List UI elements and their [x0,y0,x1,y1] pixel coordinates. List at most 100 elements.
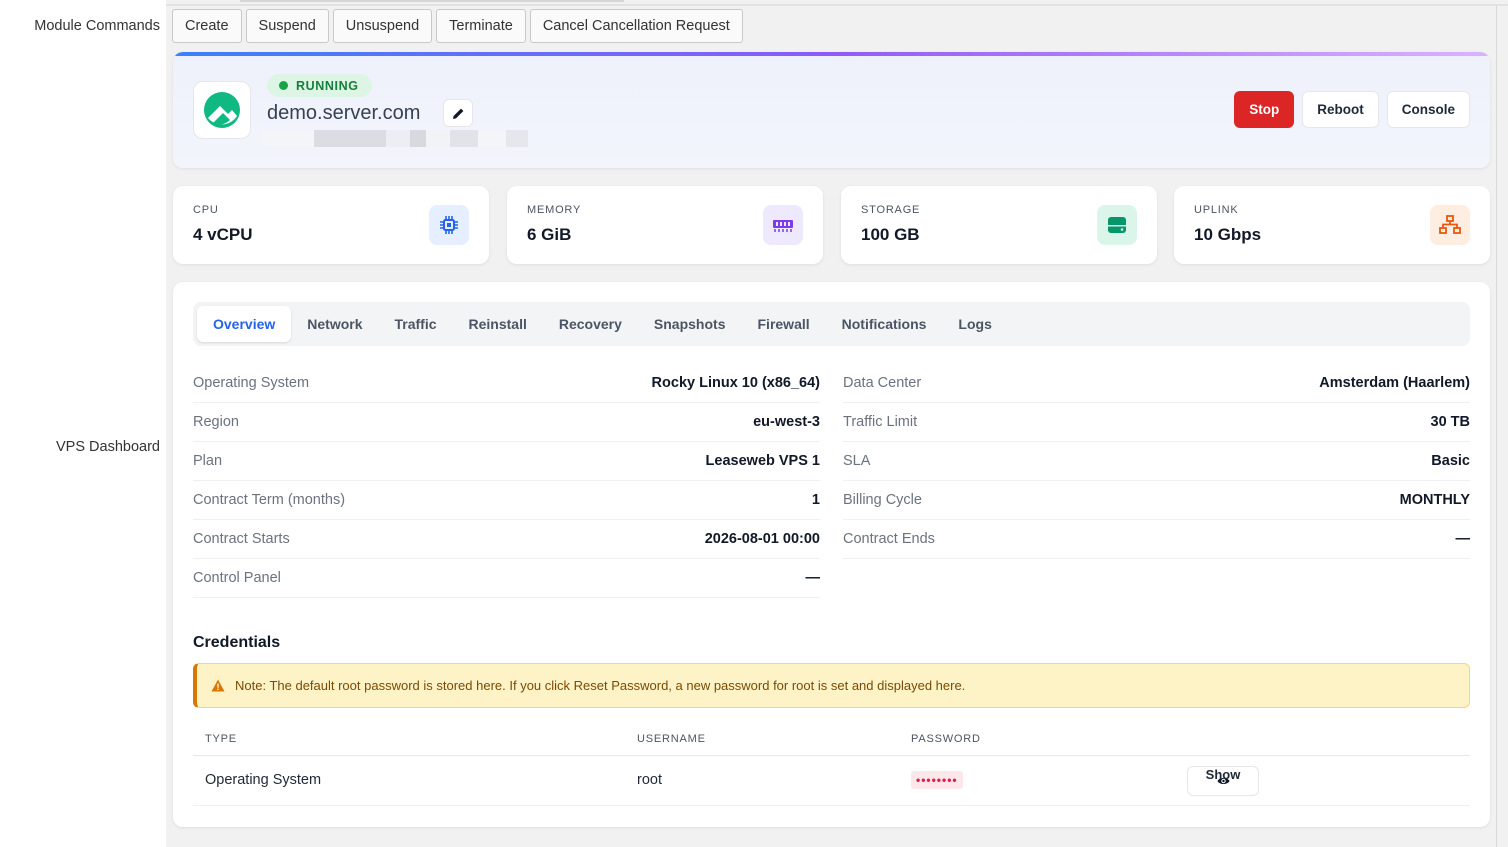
edit-hostname-button[interactable] [443,99,473,127]
stat-label: MEMORY [527,204,582,216]
info-value: Amsterdam (Haarlem) [1319,375,1470,391]
info-row-region: Region eu-west-3 [193,403,820,442]
stat-card-storage: STORAGE 100 GB [841,186,1157,264]
tab-recovery[interactable]: Recovery [543,306,638,342]
os-logo [193,81,251,139]
left-label-column [0,0,166,847]
stat-label: UPLINK [1194,204,1239,216]
info-row-contract-term: Contract Term (months) 1 [193,481,820,520]
info-value: 2026-08-01 00:00 [704,531,820,547]
stat-value: 100 GB [861,225,920,244]
info-column-right: Data Center Amsterdam (Haarlem) Traffic L… [843,364,1470,559]
tab-reinstall[interactable]: Reinstall [453,306,543,342]
col-password: PASSWORD [911,733,981,745]
tab-snapshots[interactable]: Snapshots [638,306,742,342]
status-text: RUNNING [296,78,359,93]
stat-value: 4 vCPU [193,225,253,244]
info-value: eu-west-3 [753,414,820,430]
module-commands-label: Module Commands [34,18,160,34]
header-gradient-bar [173,52,1490,56]
server-hostname: demo.server.com [267,102,421,124]
stat-value: 6 GiB [527,225,572,244]
pencil-icon [452,108,463,119]
stat-label: CPU [193,204,219,216]
info-row-data-center: Data Center Amsterdam (Haarlem) [843,364,1470,403]
info-row-control-panel: Control Panel — [193,559,820,598]
credentials-table-header: TYPE USERNAME PASSWORD [193,726,1470,756]
top-divider-accent [240,0,624,2]
stat-card-cpu: CPU 4 vCPU [173,186,489,264]
info-row-contract-starts: Contract Starts 2026-08-01 00:00 [193,520,820,559]
info-value: Rocky Linux 10 (x86_64) [651,375,820,391]
info-key: Plan [193,453,223,469]
vps-dashboard-label: VPS Dashboard [56,439,160,455]
info-value: Leaseweb VPS 1 [705,453,820,469]
col-type: TYPE [205,733,237,745]
storage-icon [1097,205,1137,245]
rocky-linux-logo-icon [204,92,240,128]
cred-password: •••••••• [911,771,963,789]
stat-label: STORAGE [861,204,921,216]
top-divider [166,4,1508,6]
tab-network[interactable]: Network [291,306,378,342]
show-label: Show [1205,767,1241,782]
info-key: Contract Starts [193,531,290,547]
info-row-operating-system: Operating System Rocky Linux 10 (x86_64) [193,364,820,403]
tab-bar: Overview Network Traffic Reinstall Recov… [193,302,1470,346]
cancel-cancellation-request-button[interactable]: Cancel Cancellation Request [529,9,743,43]
note-text: Note: The default root password is store… [235,678,966,693]
info-key: Billing Cycle [843,492,922,508]
col-username: USERNAME [637,733,706,745]
network-icon [1430,205,1470,245]
info-key: Contract Term (months) [193,492,346,508]
info-value: — [1455,531,1471,547]
info-value: MONTHLY [1399,492,1470,508]
cpu-chip-icon [429,205,469,245]
info-row-traffic-limit: Traffic Limit 30 TB [843,403,1470,442]
redacted-ip-address [262,130,528,147]
terminate-button[interactable]: Terminate [436,9,526,43]
stop-button[interactable]: Stop [1234,91,1295,128]
info-row-plan: Plan Leaseweb VPS 1 [193,442,820,481]
right-border [1496,6,1497,847]
credentials-note: Note: The default root password is store… [193,663,1470,708]
create-button[interactable]: Create [172,9,242,43]
show-password-button[interactable]: Show [1187,766,1259,796]
tab-logs[interactable]: Logs [942,306,1007,342]
tab-firewall[interactable]: Firewall [742,306,826,342]
info-key: Operating System [193,375,310,391]
tab-traffic[interactable]: Traffic [379,306,453,342]
info-key: Traffic Limit [843,414,918,430]
warning-icon [211,679,225,692]
status-badge: RUNNING [267,74,372,97]
info-row-contract-ends: Contract Ends — [843,520,1470,559]
table-row: Operating System root •••••••• Show [193,756,1470,806]
suspend-button[interactable]: Suspend [245,9,329,43]
tab-overview[interactable]: Overview [197,306,292,342]
server-header-card: RUNNING demo.server.com Stop Reboot Cons… [173,52,1490,168]
module-commands-toolbar: Create Suspend Unsuspend Terminate Cance… [172,9,743,43]
info-value: 1 [811,492,820,508]
reboot-button[interactable]: Reboot [1302,91,1379,128]
info-key: Contract Ends [843,531,935,547]
stat-value: 10 Gbps [1194,225,1262,244]
cred-type: Operating System [205,772,322,788]
console-button[interactable]: Console [1386,91,1470,128]
password-mask: •••••••• [911,771,963,789]
info-key: Data Center [843,375,922,391]
info-row-sla: SLA Basic [843,442,1470,481]
stat-card-memory: MEMORY 6 GiB [507,186,823,264]
info-key: Region [193,414,239,430]
info-row-billing-cycle: Billing Cycle MONTHLY [843,481,1470,520]
cred-username: root [637,772,662,788]
memory-icon [763,205,803,245]
status-dot-icon [279,81,288,90]
credentials-title: Credentials [193,634,281,651]
info-column-left: Operating System Rocky Linux 10 (x86_64) … [193,364,820,598]
info-value: Basic [1431,453,1470,469]
vps-dashboard-panel: Overview Network Traffic Reinstall Recov… [173,282,1490,827]
unsuspend-button[interactable]: Unsuspend [332,9,433,43]
tab-notifications[interactable]: Notifications [826,306,943,342]
info-key: Control Panel [193,570,281,586]
info-value: — [805,570,821,586]
